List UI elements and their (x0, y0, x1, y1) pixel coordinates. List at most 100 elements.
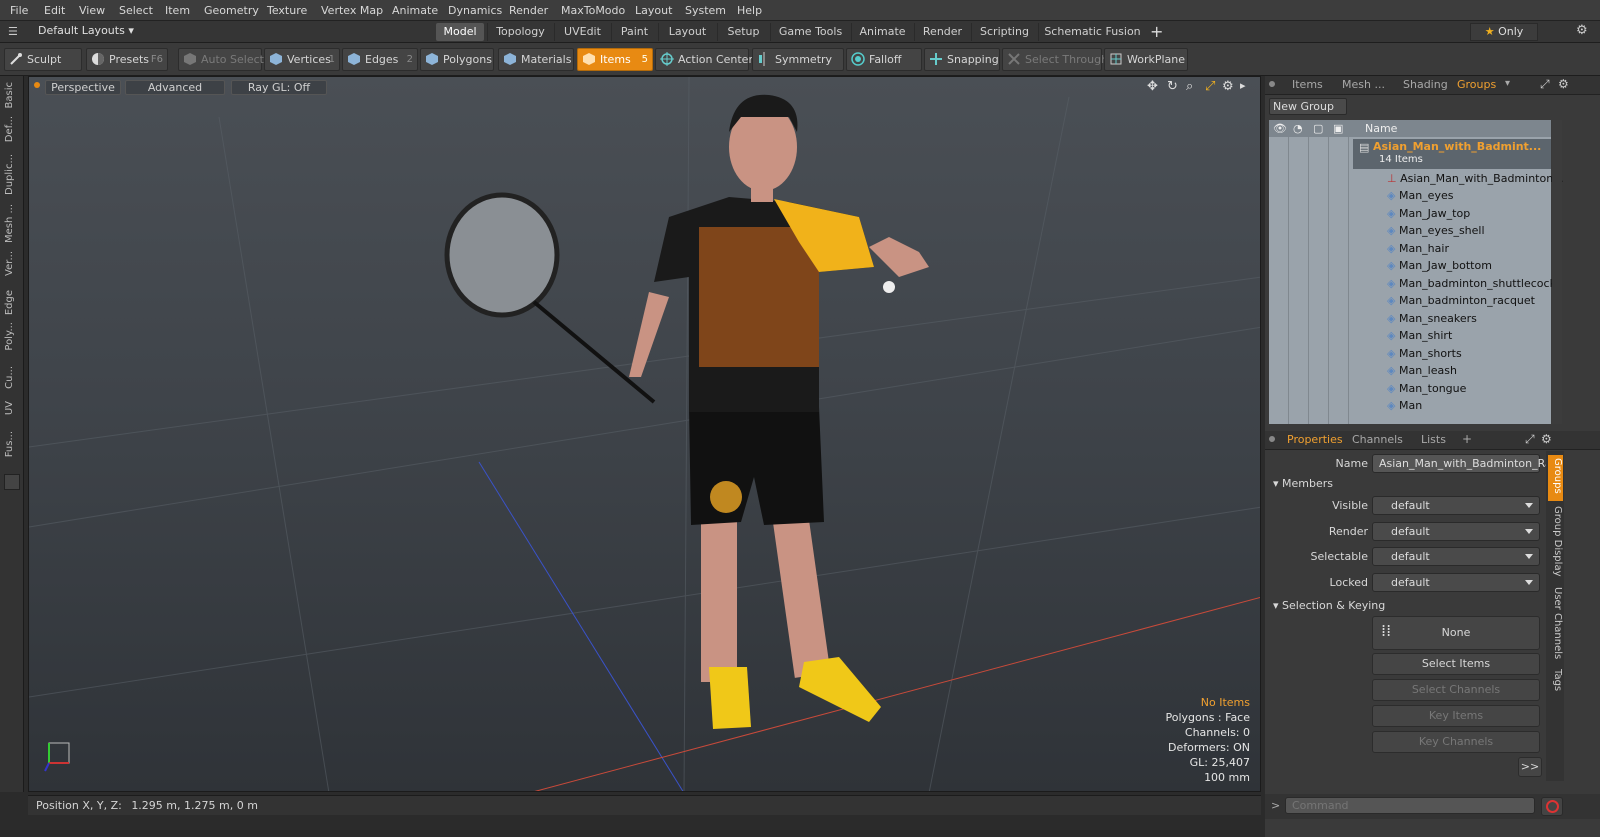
workplane-button[interactable]: WorkPlane (1104, 48, 1188, 71)
tab-setup[interactable]: Setup (717, 23, 769, 41)
tab-layout[interactable]: Layout (658, 23, 716, 41)
group-row-selected[interactable]: Asian_Man_with_Badmint... 14 Items ▤ (1353, 139, 1551, 169)
tab-shading[interactable]: Shading (1403, 78, 1448, 91)
tab-properties[interactable]: Properties (1287, 433, 1343, 446)
left-tab-curve[interactable]: Cu... (4, 366, 20, 389)
3d-viewport[interactable]: Perspective Advanced Ray GL: Off ✥ ↻ ⌕ ⤢… (28, 76, 1261, 792)
left-tab-vertex[interactable]: Ver... (4, 251, 20, 276)
viewport-more-icon[interactable]: ▸ (1240, 79, 1246, 92)
zoom-view-icon[interactable]: ⌕ (1186, 79, 1193, 94)
selection-keying-header[interactable]: ▾ Selection & Keying (1273, 599, 1385, 612)
left-tab-fusion[interactable]: Fus... (4, 431, 20, 457)
list-item[interactable]: ◈ Man_eyes (1387, 187, 1551, 204)
outliner-gear-icon[interactable]: ⚙ (1558, 77, 1569, 91)
list-item[interactable]: ◈ Man_Jaw_top (1387, 205, 1551, 222)
menu-maxtomodo[interactable]: MaxToModo (561, 4, 625, 17)
left-tab-deform[interactable]: Def... (4, 116, 20, 142)
list-item[interactable]: ◈ Man_shorts (1387, 345, 1551, 362)
edges-button[interactable]: Edges 2 (342, 48, 418, 71)
side-tab-group-display[interactable]: Group Display (1548, 506, 1563, 576)
auto-select-button[interactable]: Auto Select (178, 48, 264, 71)
presets-button[interactable]: Presets F6 (86, 48, 168, 71)
menu-geometry[interactable]: Geometry (204, 4, 259, 17)
items-button[interactable]: Items 5 (577, 48, 653, 71)
list-item[interactable]: ⊥ Asian_Man_with_Badminton... (1387, 170, 1564, 187)
layout-dropdown[interactable]: Default Layouts ▾ (38, 24, 134, 37)
side-tab-user-channels[interactable]: User Channels (1548, 587, 1563, 659)
select-items-button[interactable]: Select Items (1372, 653, 1540, 675)
tab-scripting[interactable]: Scripting (971, 23, 1037, 41)
select-through-button[interactable]: Select Through (1002, 48, 1108, 71)
rotate-view-icon[interactable]: ↻ (1167, 79, 1178, 94)
add-tab-icon[interactable]: + (1150, 22, 1163, 41)
none-button[interactable]: ⁞⁞ None (1372, 616, 1540, 650)
menu-animate[interactable]: Animate (392, 4, 438, 17)
select-channels-button[interactable]: Select Channels (1372, 679, 1540, 701)
menu-file[interactable]: File (10, 4, 28, 17)
list-item[interactable]: ◈ Man_tongue (1387, 380, 1551, 397)
viewport-gear-icon[interactable]: ⚙ (1222, 79, 1234, 94)
side-tab-tags[interactable]: Tags (1548, 669, 1563, 691)
tab-render[interactable]: Render (914, 23, 970, 41)
view-perspective-button[interactable]: Perspective (45, 80, 121, 95)
name-column-header[interactable]: Name (1365, 120, 1397, 137)
menu-item[interactable]: Item (165, 4, 190, 17)
selectable-select[interactable]: default (1372, 547, 1540, 566)
menu-dynamics[interactable]: Dynamics (448, 4, 502, 17)
group-list-scrollbar[interactable] (1552, 120, 1562, 424)
add-tab-icon[interactable]: + (1462, 432, 1472, 446)
menu-system[interactable]: System (685, 4, 726, 17)
name-field[interactable]: Asian_Man_with_Badminton_Rac (1372, 454, 1558, 473)
list-item[interactable]: ◈ Man (1387, 397, 1551, 414)
sculpt-button[interactable]: Sculpt (4, 48, 82, 71)
menu-vertex-map[interactable]: Vertex Map (321, 4, 383, 17)
tab-items[interactable]: Items (1292, 78, 1323, 91)
tab-paint[interactable]: Paint (611, 23, 657, 41)
menu-view[interactable]: View (79, 4, 105, 17)
snapping-button[interactable]: Snapping (924, 48, 1000, 71)
character-model[interactable] (29, 77, 1261, 792)
menu-edit[interactable]: Edit (44, 4, 65, 17)
tab-mesh[interactable]: Mesh ... (1342, 78, 1385, 91)
visible-select[interactable]: default (1372, 496, 1540, 515)
gear-icon[interactable]: ⚙ (1576, 23, 1588, 38)
left-tab-edge[interactable]: Edge (4, 290, 20, 315)
key-items-button[interactable]: Key Items (1372, 705, 1540, 727)
left-tab-duplicate[interactable]: Duplic... (4, 154, 20, 195)
tab-lists[interactable]: Lists (1421, 433, 1446, 446)
list-item[interactable]: ◈ Man_hair (1387, 240, 1551, 257)
properties-expand-icon[interactable]: ⤢ (1525, 432, 1535, 447)
left-tab-basic[interactable]: Basic (4, 82, 20, 108)
record-button[interactable] (1541, 797, 1563, 816)
tab-schematic-fusion[interactable]: Schematic Fusion (1038, 23, 1146, 41)
tab-topology[interactable]: Topology (487, 23, 553, 41)
symmetry-button[interactable]: Symmetry (752, 48, 844, 71)
falloff-button[interactable]: Falloff (846, 48, 922, 71)
more-button[interactable]: >> (1518, 757, 1542, 777)
vertices-button[interactable]: Vertices 1 (264, 48, 340, 71)
materials-button[interactable]: Materials (498, 48, 574, 71)
tab-model[interactable]: Model (436, 23, 484, 41)
move-view-icon[interactable]: ✥ (1147, 79, 1158, 94)
properties-gear-icon[interactable]: ⚙ (1541, 432, 1552, 446)
list-item[interactable]: ◈ Man_eyes_shell (1387, 222, 1551, 239)
layout-menu-icon[interactable]: ☰ (8, 25, 20, 38)
list-item[interactable]: ◈ Man_badminton_racquet (1387, 292, 1551, 309)
list-item[interactable]: ◈ Man_leash (1387, 362, 1551, 379)
action-center-button[interactable]: Action Center (655, 48, 753, 71)
left-tab-mesh[interactable]: Mesh ... (4, 204, 20, 243)
tabs-dropdown-icon[interactable]: ▾ (1505, 78, 1510, 89)
menu-help[interactable]: Help (737, 4, 762, 17)
menu-texture[interactable]: Texture (267, 4, 307, 17)
list-item[interactable]: ◈ Man_Jaw_bottom (1387, 257, 1551, 274)
fit-view-icon[interactable]: ⤢ (1205, 79, 1215, 94)
members-header[interactable]: ▾ Members (1273, 477, 1333, 490)
tab-uvedit[interactable]: UVEdit (554, 23, 610, 41)
shading-advanced-button[interactable]: Advanced (125, 80, 225, 95)
render-select[interactable]: default (1372, 522, 1540, 541)
menu-layout[interactable]: Layout (635, 4, 672, 17)
key-channels-button[interactable]: Key Channels (1372, 731, 1540, 753)
list-item[interactable]: ◈ Man_badminton_shuttlecock (1387, 275, 1556, 292)
left-tab-uv[interactable]: UV (4, 401, 20, 415)
new-group-button[interactable]: New Group (1269, 98, 1347, 115)
